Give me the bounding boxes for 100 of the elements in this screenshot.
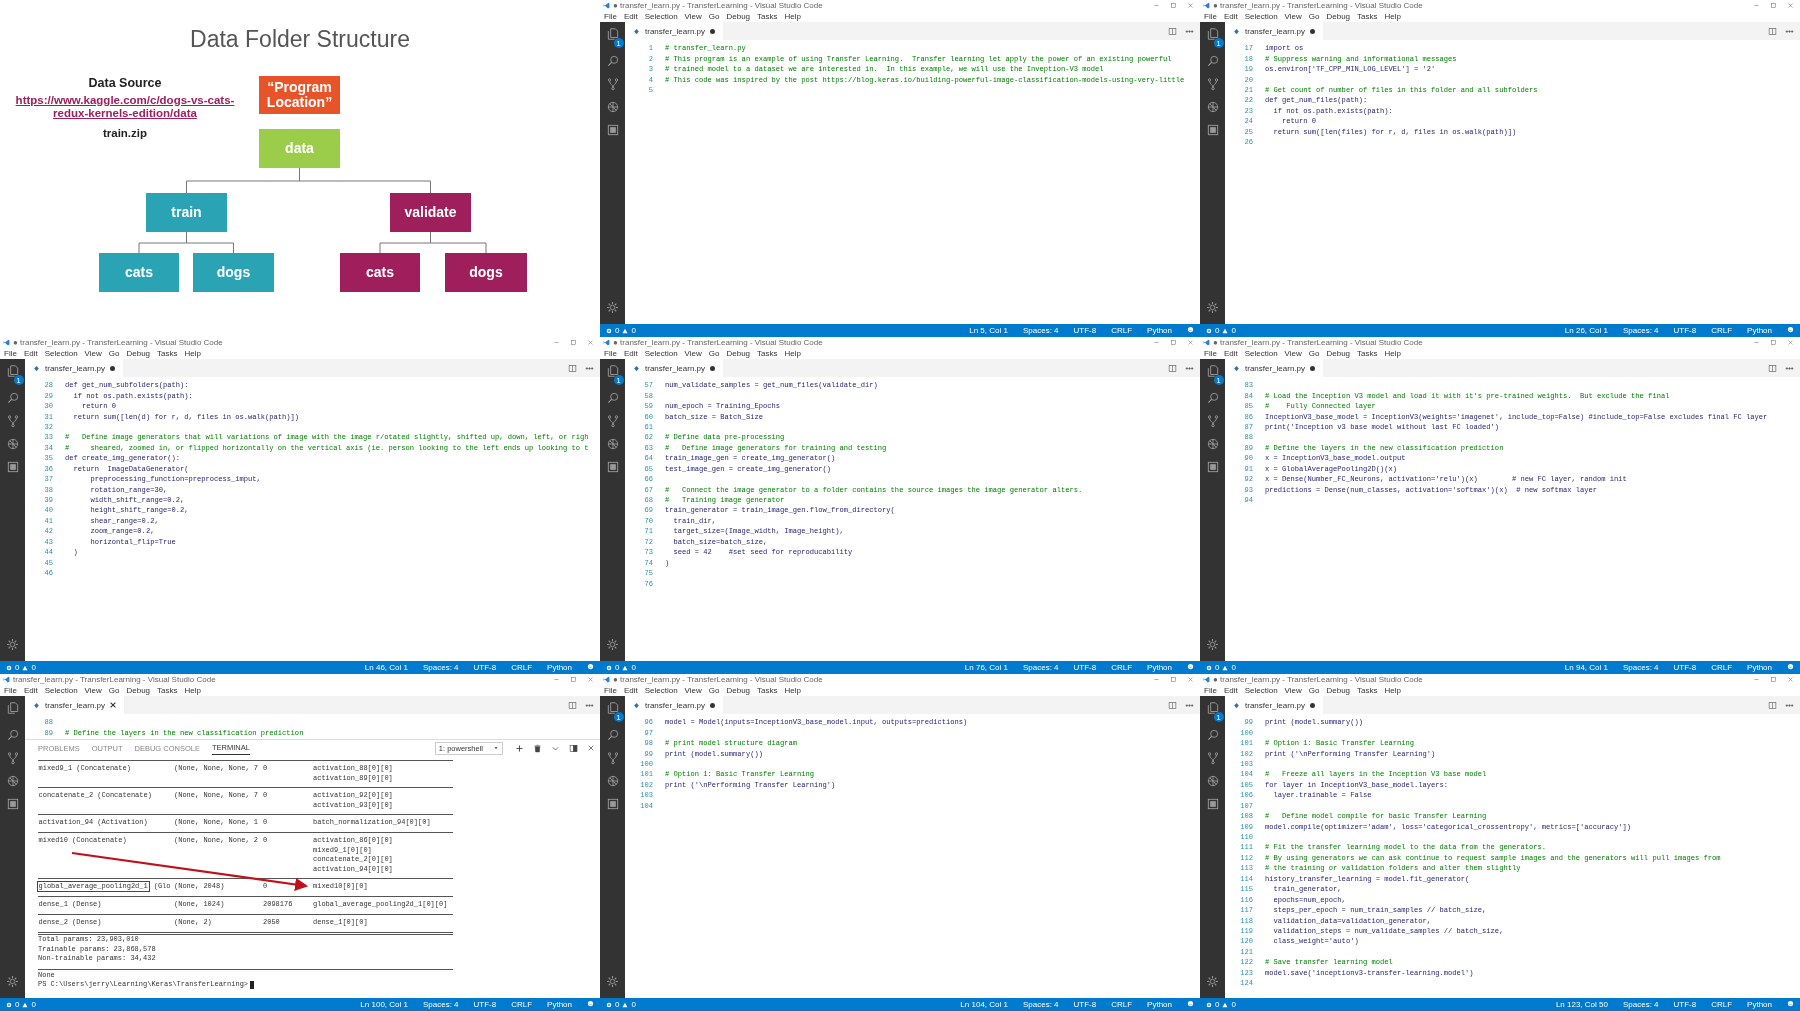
line-ending-label[interactable]: CRLF [1111,663,1133,672]
menu-item[interactable]: Edit [1223,12,1238,21]
menu-item[interactable]: Help [784,686,801,695]
maximize-icon[interactable] [570,676,577,683]
branch-icon[interactable] [605,751,620,765]
settings-icon[interactable] [6,975,19,988]
plus-icon[interactable] [515,743,524,753]
indentation-setting[interactable]: Spaces: 4 [1022,326,1059,335]
encoding-label[interactable]: UTF-8 [1673,1000,1697,1009]
cursor-position[interactable]: Ln 76, Col 1 [964,663,1008,672]
menu-item[interactable]: Help [784,12,801,21]
encoding-label[interactable]: UTF-8 [1073,1000,1097,1009]
bug-icon[interactable] [1205,437,1220,451]
menu-item[interactable]: Edit [23,686,38,695]
cursor-position[interactable]: Ln 94, Col 1 [1564,663,1608,672]
error-count[interactable]: 0 [15,663,20,672]
search-icon[interactable] [605,391,620,405]
bug-icon[interactable] [5,774,20,788]
menu-item[interactable]: Go [108,686,120,695]
menu-item[interactable]: Debug [1326,349,1351,358]
menu-item[interactable]: Help [1384,349,1401,358]
menu-item[interactable]: Edit [1223,349,1238,358]
maximize-icon[interactable] [1770,2,1777,9]
search-icon[interactable] [605,54,620,68]
language-mode[interactable]: Python [1747,326,1772,335]
maximize-icon[interactable] [1770,676,1777,683]
menu-item[interactable]: File [604,349,617,358]
menu-item[interactable]: Debug [726,349,751,358]
menu-item[interactable]: Debug [726,12,751,21]
encoding-label[interactable]: UTF-8 [473,663,497,672]
menu-item[interactable]: Tasks [1357,349,1378,358]
menu-item[interactable]: Help [184,686,201,695]
split-editor-icon[interactable] [1168,26,1177,36]
bug-icon[interactable] [1205,774,1220,788]
line-ending-label[interactable]: CRLF [511,1000,533,1009]
menu-item[interactable]: Debug [126,686,151,695]
menu-item[interactable]: File [4,686,17,695]
branch-icon[interactable] [1205,414,1220,428]
branch-icon[interactable] [1205,751,1220,765]
menu-item[interactable]: Selection [644,349,678,358]
files-icon[interactable] [605,364,620,378]
menu-item[interactable]: Selection [644,12,678,21]
extensions-icon[interactable] [1205,797,1220,811]
menu-item[interactable]: View [84,686,102,695]
menu-item[interactable]: Go [108,349,120,358]
encoding-label[interactable]: UTF-8 [1073,326,1097,335]
cursor-position[interactable]: Ln 46, Col 1 [364,663,408,672]
editor-tab[interactable]: transfer_learn.py [25,359,124,377]
branch-icon[interactable] [5,751,20,765]
settings-icon[interactable] [606,301,619,314]
smiley-icon[interactable] [1187,326,1194,333]
search-icon[interactable] [5,728,20,742]
menu-item[interactable]: View [684,12,702,21]
line-ending-label[interactable]: CRLF [511,663,533,672]
encoding-label[interactable]: UTF-8 [1673,663,1697,672]
error-count[interactable]: 0 [1215,326,1220,335]
files-icon[interactable] [5,364,20,378]
indentation-setting[interactable]: Spaces: 4 [422,663,459,672]
menu-item[interactable]: Selection [1244,349,1278,358]
indentation-setting[interactable]: Spaces: 4 [422,1000,459,1009]
menu-item[interactable]: View [1284,686,1302,695]
language-mode[interactable]: Python [1147,1000,1172,1009]
maximize-icon[interactable] [1770,339,1777,346]
menu-item[interactable]: Debug [726,686,751,695]
bug-icon[interactable] [1205,100,1220,114]
settings-icon[interactable] [6,638,19,651]
menu-item[interactable]: View [684,349,702,358]
error-count[interactable]: 0 [1215,1000,1220,1009]
smiley-icon[interactable] [587,1000,594,1007]
branch-icon[interactable] [5,414,20,428]
menu-item[interactable]: Help [784,349,801,358]
menu-item[interactable]: Go [708,12,720,21]
extensions-icon[interactable] [5,797,20,811]
line-ending-label[interactable]: CRLF [1711,326,1733,335]
cursor-position[interactable]: Ln 104, Col 1 [960,1000,1008,1009]
editor-tab[interactable]: transfer_learn.py [625,696,724,714]
search-icon[interactable] [1205,54,1220,68]
editor-tab[interactable]: transfer_learn.py [625,22,724,40]
line-ending-label[interactable]: CRLF [1711,1000,1733,1009]
editor-tab[interactable]: transfer_learn.py [1225,22,1324,40]
split-editor-icon[interactable] [1168,700,1177,710]
menu-item[interactable]: Tasks [757,12,778,21]
language-mode[interactable]: Python [1747,1000,1772,1009]
menu-item[interactable]: Go [1308,686,1320,695]
menu-item[interactable]: View [1284,349,1302,358]
branch-icon[interactable] [1205,77,1220,91]
settings-icon[interactable] [1206,638,1219,651]
menu-item[interactable]: Go [1308,349,1320,358]
menu-item[interactable]: Edit [623,12,638,21]
encoding-label[interactable]: UTF-8 [1073,663,1097,672]
indentation-setting[interactable]: Spaces: 4 [1622,663,1659,672]
bug-icon[interactable] [605,774,620,788]
branch-icon[interactable] [605,77,620,91]
menu-item[interactable]: Tasks [757,686,778,695]
language-mode[interactable]: Python [547,1000,572,1009]
warning-count[interactable]: 0 [1231,1000,1236,1009]
smiley-icon[interactable] [1187,663,1194,670]
menu-item[interactable]: File [1204,686,1217,695]
cursor-position[interactable]: Ln 100, Col 1 [360,1000,408,1009]
cursor-position[interactable]: Ln 123, Col 50 [1555,1000,1608,1009]
